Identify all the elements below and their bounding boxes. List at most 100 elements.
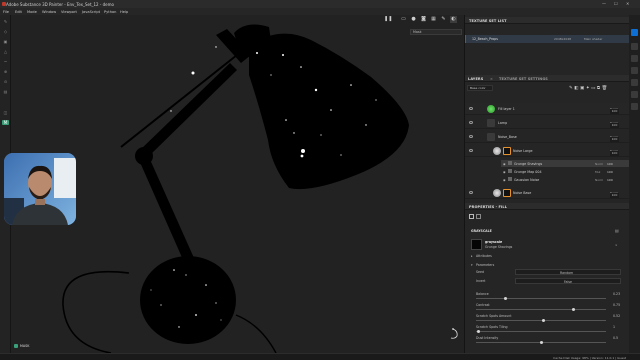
attributes-chevron-icon[interactable]: ▸: [471, 254, 473, 258]
projection-icon[interactable]: ▣: [2, 39, 9, 44]
tab-layers[interactable]: LAYERS: [468, 77, 483, 81]
layer-opacity[interactable]: 100: [610, 151, 619, 156]
menu-help[interactable]: Help: [120, 10, 128, 14]
param-slider[interactable]: [476, 318, 606, 322]
layer-row[interactable]: Noise_Base Norm 100: [465, 131, 630, 143]
effect-opacity[interactable]: 100: [607, 170, 613, 174]
slider-handle[interactable]: [542, 318, 546, 322]
resource-close-icon[interactable]: ×: [615, 243, 618, 247]
mask-mode-icon[interactable]: M: [2, 120, 9, 125]
slider-handle[interactable]: [539, 340, 543, 344]
pause-icon[interactable]: ❚❚: [384, 16, 392, 23]
layer-opacity[interactable]: 100: [610, 123, 619, 128]
menu-file[interactable]: File: [3, 10, 9, 14]
camera-icon[interactable]: ◙: [420, 16, 427, 23]
layer-row[interactable]: Lamp Norm 100: [465, 117, 630, 129]
parameters-chevron-icon[interactable]: ▾: [471, 263, 473, 267]
effect-blend[interactable]: Mul: [595, 170, 600, 174]
grid-icon[interactable]: ▦: [430, 16, 437, 23]
geometry-mask-icon[interactable]: ◫: [2, 110, 9, 115]
visibility-eye-icon[interactable]: [469, 121, 473, 124]
brush-settings-icon[interactable]: ✎: [440, 16, 447, 23]
param-slider[interactable]: [476, 329, 606, 333]
section-options-icon[interactable]: ▤: [615, 228, 619, 233]
texture-set-shader[interactable]: Main shader: [584, 37, 602, 41]
slider-handle[interactable]: [477, 329, 481, 333]
texture-set-dock-icon[interactable]: [631, 29, 638, 36]
param-slider[interactable]: [476, 307, 606, 311]
clone-icon[interactable]: ⊕: [2, 69, 9, 74]
mask-thumbnail[interactable]: [503, 189, 511, 197]
menu-javascript[interactable]: JavaScript: [82, 10, 100, 14]
effect-visibility-icon[interactable]: ◉: [503, 162, 506, 166]
effect-opacity[interactable]: 100: [607, 178, 613, 182]
menu-viewport[interactable]: Viewport: [61, 10, 77, 14]
effect-visibility-icon[interactable]: ◉: [503, 170, 506, 174]
bake-icon[interactable]: ▤: [2, 89, 9, 94]
effect-blend[interactable]: Norm: [595, 162, 603, 166]
param-value[interactable]: 0.75: [613, 303, 620, 307]
param-value[interactable]: 0.52: [613, 314, 620, 318]
smudge-icon[interactable]: ~: [2, 59, 9, 64]
tab-texture-set-settings[interactable]: TEXTURE SET SETTINGS: [499, 77, 548, 81]
layer-opacity[interactable]: 100: [610, 137, 619, 142]
texture-set-item[interactable]: 12_Beach_Props 2048x2048 Main shader: [465, 35, 630, 43]
param-slider[interactable]: [476, 340, 606, 344]
maximize-button[interactable]: ☐: [614, 1, 618, 6]
visibility-eye-icon[interactable]: [469, 107, 473, 110]
layer-opacity[interactable]: 100: [610, 109, 619, 114]
effect-opacity[interactable]: 100: [607, 162, 613, 166]
param-slider[interactable]: [476, 296, 606, 300]
display-settings-dock-icon[interactable]: [631, 67, 638, 74]
log-dock-icon[interactable]: [631, 103, 638, 110]
menu-edit[interactable]: Edit: [15, 10, 22, 14]
mask-properties-tab-icon[interactable]: [476, 214, 481, 219]
delete-layer-icon[interactable]: 🗑: [602, 86, 609, 91]
slider-handle[interactable]: [504, 296, 508, 300]
visibility-eye-icon[interactable]: [469, 149, 473, 152]
parameters-label[interactable]: Parameters: [476, 263, 494, 267]
visibility-eye-icon[interactable]: [469, 135, 473, 138]
properties-dock-icon[interactable]: [631, 55, 638, 62]
layer-opacity[interactable]: 100: [610, 193, 619, 198]
effect-row[interactable]: ◉ Grunge Shavings Norm 100: [501, 160, 630, 167]
mask-thumbnail[interactable]: [503, 147, 511, 155]
menu-mode[interactable]: Mode: [27, 10, 37, 14]
viewport-mode-select[interactable]: Mask: [410, 29, 462, 35]
3d-viewport[interactable]: [11, 15, 464, 353]
invert-dropdown[interactable]: False: [515, 278, 621, 284]
param-value[interactable]: 0.23: [613, 292, 620, 296]
polygon-fill-icon[interactable]: △: [2, 49, 9, 54]
seed-button[interactable]: Random: [515, 269, 621, 275]
layers-dock-icon[interactable]: [631, 43, 638, 50]
channel-select[interactable]: Base color: [467, 85, 493, 91]
eraser-icon[interactable]: ◇: [2, 29, 9, 34]
axis-gizmo-icon[interactable]: [446, 327, 460, 341]
slider-handle[interactable]: [572, 307, 575, 311]
menu-python[interactable]: Python: [104, 10, 116, 14]
attributes-label[interactable]: Attributes: [476, 254, 492, 258]
history-dock-icon[interactable]: [631, 91, 638, 98]
fill-properties-tab-icon[interactable]: [469, 214, 474, 219]
effect-row[interactable]: ◉ Grunge Map 004 Mul 100: [501, 168, 630, 175]
menu-window[interactable]: Window: [42, 10, 56, 14]
tab-close-icon[interactable]: ×: [490, 77, 493, 81]
effect-row[interactable]: ◉ Gaussian Noise Norm 100: [501, 176, 630, 183]
shader-settings-dock-icon[interactable]: [631, 79, 638, 86]
folder-icon[interactable]: ▭: [400, 16, 407, 23]
param-value[interactable]: 0.5: [613, 336, 618, 340]
color-picker-icon[interactable]: ⊙: [2, 79, 9, 84]
param-value[interactable]: 1: [613, 325, 615, 329]
effect-blend[interactable]: Norm: [595, 178, 603, 182]
paint-brush-icon[interactable]: ✎: [2, 19, 9, 24]
layer-row[interactable]: Noise Large Norm 100: [465, 145, 630, 157]
resource-thumbnail[interactable]: [471, 239, 482, 250]
close-button[interactable]: ✕: [626, 1, 629, 6]
layer-row[interactable]: Fill layer 1 Norm 100: [465, 103, 630, 115]
record-icon[interactable]: ●: [410, 16, 417, 23]
minimize-button[interactable]: —: [602, 1, 606, 6]
visibility-eye-icon[interactable]: [469, 191, 473, 194]
render-icon[interactable]: ◐: [450, 16, 457, 23]
effect-visibility-icon[interactable]: ◉: [503, 178, 506, 182]
layer-row[interactable]: Noise Base Norm 100: [465, 187, 630, 199]
